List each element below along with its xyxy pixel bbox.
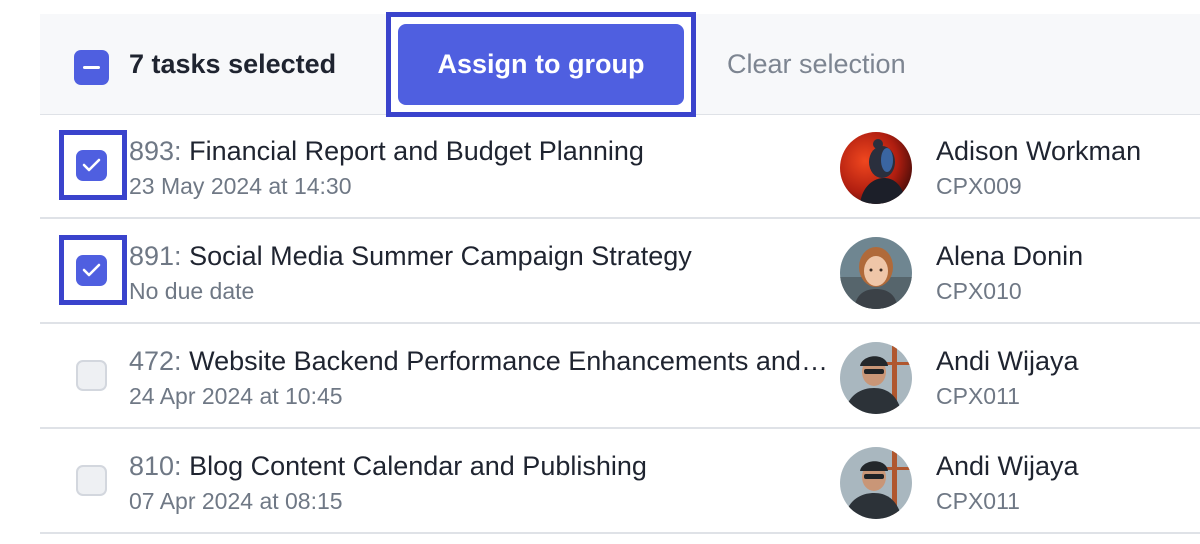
task-title-text: Financial Report and Budget Planning <box>189 136 644 166</box>
task-title-text: Blog Content Calendar and Publishing <box>189 451 647 481</box>
task-row[interactable]: 893: Financial Report and Budget Plannin… <box>40 114 1200 219</box>
assignee-name: Andi Wijaya <box>936 346 1079 376</box>
task-title-text: Social Media Summer Campaign Strategy <box>189 241 692 271</box>
task-row[interactable]: 472: Website Backend Performance Enhance… <box>40 324 1200 429</box>
check-icon <box>82 158 101 172</box>
assignee-code: CPX010 <box>936 278 1022 304</box>
avatar-cyclist-portrait-icon <box>840 342 912 414</box>
assign-button-highlight: Assign to group <box>386 12 696 117</box>
task-due-date: 23 May 2024 at 14:30 <box>129 173 352 199</box>
avatar-woman-portrait-icon <box>840 237 912 309</box>
task-title[interactable]: 810: Blog Content Calendar and Publishin… <box>129 449 829 483</box>
task-checkbox[interactable] <box>76 150 107 181</box>
task-checkbox[interactable] <box>76 465 107 496</box>
avatar-red-portrait-icon <box>840 132 912 204</box>
assignee-name: Andi Wijaya <box>936 451 1079 481</box>
assignee-code: CPX009 <box>936 173 1022 199</box>
bulk-action-toolbar: 7 tasks selected Assign to group Clear s… <box>40 12 1200 117</box>
avatar <box>840 447 912 519</box>
selected-count-label: 7 tasks selected <box>129 49 337 79</box>
task-due-date: No due date <box>129 278 255 304</box>
assignee-name: Adison Workman <box>936 136 1142 166</box>
task-title[interactable]: 893: Financial Report and Budget Plannin… <box>129 134 829 168</box>
assignee-name: Alena Donin <box>936 241 1084 271</box>
task-checkbox[interactable] <box>76 360 107 391</box>
task-number: 891: <box>129 241 182 271</box>
assignee-code: CPX011 <box>936 383 1020 409</box>
task-due-date: 24 Apr 2024 at 10:45 <box>129 383 343 409</box>
task-number: 810: <box>129 451 182 481</box>
task-title[interactable]: 891: Social Media Summer Campaign Strate… <box>129 239 829 273</box>
assignee-code: CPX011 <box>936 488 1020 514</box>
task-due-date: 07 Apr 2024 at 08:15 <box>129 488 343 514</box>
task-row[interactable]: 891: Social Media Summer Campaign Strate… <box>40 219 1200 324</box>
avatar-cyclist-portrait-icon <box>840 447 912 519</box>
task-row[interactable]: 810: Blog Content Calendar and Publishin… <box>40 429 1200 534</box>
avatar <box>840 237 912 309</box>
task-number: 893: <box>129 136 182 166</box>
assign-to-group-button[interactable]: Assign to group <box>398 24 684 105</box>
task-title-text: Website Backend Performance Enhancements… <box>189 346 829 376</box>
task-title[interactable]: 472: Website Backend Performance Enhance… <box>129 344 829 378</box>
avatar <box>840 132 912 204</box>
task-checkbox[interactable] <box>76 255 107 286</box>
bulk-select-checkbox[interactable] <box>74 50 109 85</box>
task-list: 893: Financial Report and Budget Plannin… <box>40 114 1200 534</box>
task-selection-page: 7 tasks selected Assign to group Clear s… <box>0 0 1200 544</box>
minus-icon <box>83 66 100 69</box>
task-number: 472: <box>129 346 182 376</box>
avatar <box>840 342 912 414</box>
check-icon <box>82 263 101 277</box>
clear-selection-button[interactable]: Clear selection <box>727 47 906 81</box>
